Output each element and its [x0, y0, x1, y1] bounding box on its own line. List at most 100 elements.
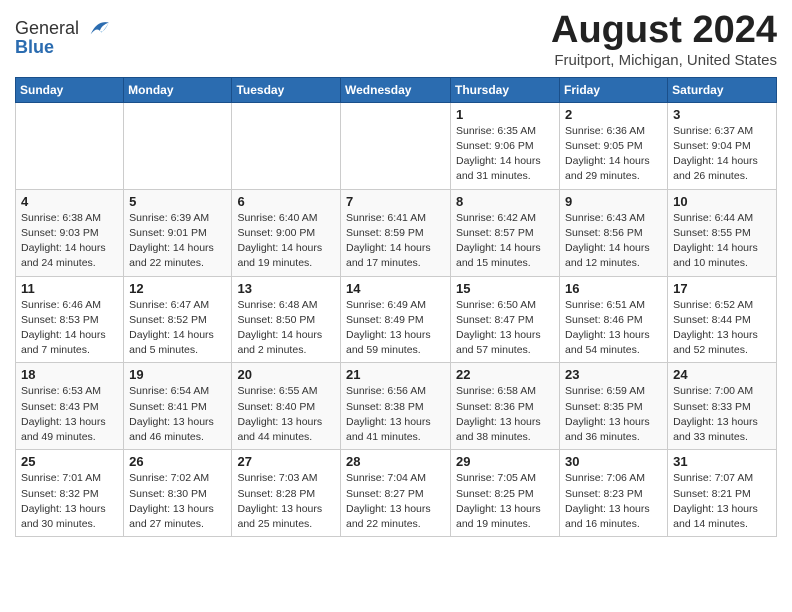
day-info: Sunrise: 7:07 AM Sunset: 8:21 PM Dayligh… [673, 471, 771, 532]
day-info: Sunrise: 6:39 AM Sunset: 9:01 PM Dayligh… [129, 211, 226, 272]
location: Fruitport, Michigan, United States [551, 52, 777, 69]
calendar-cell: 30 Sunrise: 7:06 AM Sunset: 8:23 PM Dayli… [560, 450, 668, 537]
day-header-friday: Friday [560, 77, 668, 102]
day-info: Sunrise: 6:59 AM Sunset: 8:35 PM Dayligh… [565, 384, 662, 445]
day-number: 25 [21, 454, 118, 469]
day-info: Sunrise: 6:38 AM Sunset: 9:03 PM Dayligh… [21, 211, 118, 272]
day-info: Sunrise: 7:00 AM Sunset: 8:33 PM Dayligh… [673, 384, 771, 445]
day-header-monday: Monday [124, 77, 232, 102]
calendar: SundayMondayTuesdayWednesdayThursdayFrid… [15, 77, 777, 537]
day-number: 22 [456, 367, 554, 382]
calendar-cell: 15Sunrise: 6:50 AM Sunset: 8:47 PM Dayli… [451, 276, 560, 363]
day-info: Sunrise: 6:36 AM Sunset: 9:05 PM Dayligh… [565, 124, 662, 185]
day-info: Sunrise: 6:44 AM Sunset: 8:55 PM Dayligh… [673, 211, 771, 272]
calendar-cell: 16Sunrise: 6:51 AM Sunset: 8:46 PM Dayli… [560, 276, 668, 363]
day-info: Sunrise: 6:53 AM Sunset: 8:43 PM Dayligh… [21, 384, 118, 445]
day-info: Sunrise: 7:04 AM Sunset: 8:27 PM Dayligh… [346, 471, 445, 532]
calendar-cell: 19 Sunrise: 6:54 AM Sunset: 8:41 PM Dayli… [124, 363, 232, 450]
day-header-tuesday: Tuesday [232, 77, 341, 102]
calendar-cell: 23 Sunrise: 6:59 AM Sunset: 8:35 PM Dayli… [560, 363, 668, 450]
day-info: Sunrise: 6:48 AM Sunset: 8:50 PM Dayligh… [237, 298, 335, 359]
day-header-wednesday: Wednesday [341, 77, 451, 102]
day-number: 13 [237, 281, 335, 296]
day-info: Sunrise: 6:52 AM Sunset: 8:44 PM Dayligh… [673, 298, 771, 359]
title-area: August 2024 Fruitport, Michigan, United … [551, 10, 777, 69]
day-number: 9 [565, 194, 662, 209]
day-number: 30 [565, 454, 662, 469]
calendar-cell: 25Sunrise: 7:01 AM Sunset: 8:32 PM Dayli… [16, 450, 124, 537]
day-number: 23 [565, 367, 662, 382]
header: General Blue August 2024 Fruitport, Mich… [15, 10, 777, 69]
days-of-week-row: SundayMondayTuesdayWednesdayThursdayFrid… [16, 77, 777, 102]
day-header-saturday: Saturday [668, 77, 777, 102]
calendar-cell: 20Sunrise: 6:55 AM Sunset: 8:40 PM Dayli… [232, 363, 341, 450]
calendar-cell: 1 Sunrise: 6:35 AM Sunset: 9:06 PM Daylig… [451, 102, 560, 189]
day-number: 21 [346, 367, 445, 382]
day-number: 2 [565, 107, 662, 122]
day-info: Sunrise: 7:03 AM Sunset: 8:28 PM Dayligh… [237, 471, 335, 532]
day-info: Sunrise: 6:47 AM Sunset: 8:52 PM Dayligh… [129, 298, 226, 359]
day-number: 10 [673, 194, 771, 209]
calendar-cell: 8Sunrise: 6:42 AM Sunset: 8:57 PM Daylig… [451, 189, 560, 276]
calendar-cell: 11Sunrise: 6:46 AM Sunset: 8:53 PM Dayli… [16, 276, 124, 363]
calendar-cell: 2 Sunrise: 6:36 AM Sunset: 9:05 PM Daylig… [560, 102, 668, 189]
day-info: Sunrise: 6:41 AM Sunset: 8:59 PM Dayligh… [346, 211, 445, 272]
day-number: 15 [456, 281, 554, 296]
calendar-cell: 6Sunrise: 6:40 AM Sunset: 9:00 PM Daylig… [232, 189, 341, 276]
day-number: 18 [21, 367, 118, 382]
day-number: 4 [21, 194, 118, 209]
day-info: Sunrise: 6:58 AM Sunset: 8:36 PM Dayligh… [456, 384, 554, 445]
logo-general-text: General [15, 19, 79, 37]
day-number: 7 [346, 194, 445, 209]
week-row-5: 25Sunrise: 7:01 AM Sunset: 8:32 PM Dayli… [16, 450, 777, 537]
day-number: 27 [237, 454, 335, 469]
day-number: 14 [346, 281, 445, 296]
day-info: Sunrise: 7:06 AM Sunset: 8:23 PM Dayligh… [565, 471, 662, 532]
day-number: 20 [237, 367, 335, 382]
day-info: Sunrise: 6:54 AM Sunset: 8:41 PM Dayligh… [129, 384, 226, 445]
calendar-cell: 9 Sunrise: 6:43 AM Sunset: 8:56 PM Daylig… [560, 189, 668, 276]
day-number: 3 [673, 107, 771, 122]
day-header-thursday: Thursday [451, 77, 560, 102]
calendar-cell: 17 Sunrise: 6:52 AM Sunset: 8:44 PM Dayli… [668, 276, 777, 363]
calendar-cell: 28 Sunrise: 7:04 AM Sunset: 8:27 PM Dayli… [341, 450, 451, 537]
day-number: 28 [346, 454, 445, 469]
calendar-cell: 10 Sunrise: 6:44 AM Sunset: 8:55 PM Dayli… [668, 189, 777, 276]
week-row-2: 4 Sunrise: 6:38 AM Sunset: 9:03 PM Daylig… [16, 189, 777, 276]
week-row-4: 18 Sunrise: 6:53 AM Sunset: 8:43 PM Dayli… [16, 363, 777, 450]
calendar-cell: 21 Sunrise: 6:56 AM Sunset: 8:38 PM Dayli… [341, 363, 451, 450]
day-info: Sunrise: 6:43 AM Sunset: 8:56 PM Dayligh… [565, 211, 662, 272]
calendar-cell: 14 Sunrise: 6:49 AM Sunset: 8:49 PM Dayli… [341, 276, 451, 363]
day-info: Sunrise: 6:49 AM Sunset: 8:49 PM Dayligh… [346, 298, 445, 359]
week-row-3: 11Sunrise: 6:46 AM Sunset: 8:53 PM Dayli… [16, 276, 777, 363]
day-number: 19 [129, 367, 226, 382]
day-info: Sunrise: 6:46 AM Sunset: 8:53 PM Dayligh… [21, 298, 118, 359]
day-info: Sunrise: 7:05 AM Sunset: 8:25 PM Dayligh… [456, 471, 554, 532]
day-info: Sunrise: 6:35 AM Sunset: 9:06 PM Dayligh… [456, 124, 554, 185]
day-info: Sunrise: 6:42 AM Sunset: 8:57 PM Dayligh… [456, 211, 554, 272]
calendar-cell [16, 102, 124, 189]
day-info: Sunrise: 6:56 AM Sunset: 8:38 PM Dayligh… [346, 384, 445, 445]
calendar-cell: 31Sunrise: 7:07 AM Sunset: 8:21 PM Dayli… [668, 450, 777, 537]
logo: General Blue [15, 10, 111, 56]
calendar-cell: 12 Sunrise: 6:47 AM Sunset: 8:52 PM Dayli… [124, 276, 232, 363]
day-number: 12 [129, 281, 226, 296]
calendar-cell: 4 Sunrise: 6:38 AM Sunset: 9:03 PM Daylig… [16, 189, 124, 276]
day-number: 17 [673, 281, 771, 296]
day-number: 6 [237, 194, 335, 209]
calendar-cell: 3Sunrise: 6:37 AM Sunset: 9:04 PM Daylig… [668, 102, 777, 189]
day-header-sunday: Sunday [16, 77, 124, 102]
calendar-cell [232, 102, 341, 189]
month-title: August 2024 [551, 10, 777, 52]
calendar-cell: 18 Sunrise: 6:53 AM Sunset: 8:43 PM Dayli… [16, 363, 124, 450]
day-number: 5 [129, 194, 226, 209]
calendar-cell: 22 Sunrise: 6:58 AM Sunset: 8:36 PM Dayli… [451, 363, 560, 450]
calendar-cell [341, 102, 451, 189]
logo-bird-icon [83, 18, 111, 38]
calendar-cell: 7 Sunrise: 6:41 AM Sunset: 8:59 PM Daylig… [341, 189, 451, 276]
day-number: 1 [456, 107, 554, 122]
calendar-cell: 13 Sunrise: 6:48 AM Sunset: 8:50 PM Dayli… [232, 276, 341, 363]
calendar-cell [124, 102, 232, 189]
calendar-cell: 26Sunrise: 7:02 AM Sunset: 8:30 PM Dayli… [124, 450, 232, 537]
day-number: 16 [565, 281, 662, 296]
